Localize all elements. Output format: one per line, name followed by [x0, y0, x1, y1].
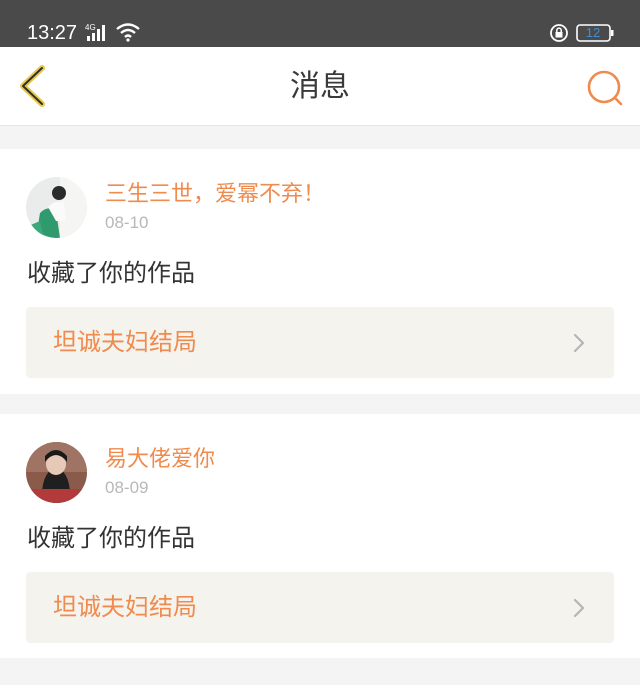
- status-bar: 13:27 4G 12: [0, 0, 640, 47]
- status-time: 13:27: [27, 22, 78, 44]
- work-link[interactable]: 坦诚夫妇结局: [26, 307, 614, 378]
- avatar[interactable]: [26, 177, 87, 238]
- chevron-right-icon: [573, 598, 585, 618]
- page-title: 消息: [290, 69, 350, 104]
- chevron-left-icon: [20, 65, 45, 107]
- message-action-text: 收藏了你的作品: [27, 524, 195, 552]
- search-icon: [587, 70, 623, 106]
- username-link[interactable]: 三生三世，爱幂不弃！: [105, 181, 325, 209]
- username-link[interactable]: 易大佬爱你: [105, 446, 215, 474]
- message-card: 三生三世，爱幂不弃！ 08-10 收藏了你的作品 坦诚夫妇结局: [0, 149, 640, 394]
- avatar[interactable]: [26, 442, 87, 503]
- battery-level: 12: [585, 25, 601, 40]
- message-date: 08-09: [105, 478, 149, 497]
- rotation-lock-icon: [550, 24, 568, 42]
- network-type-label: 4G: [85, 23, 96, 32]
- back-button[interactable]: [14, 63, 54, 109]
- work-title: 坦诚夫妇结局: [53, 328, 197, 356]
- message-action-text: 收藏了你的作品: [27, 259, 195, 287]
- chevron-right-icon: [573, 333, 585, 353]
- wifi-icon: [116, 23, 140, 42]
- nav-bar: 消息: [0, 47, 640, 126]
- work-link[interactable]: 坦诚夫妇结局: [26, 572, 614, 643]
- search-button[interactable]: [584, 67, 626, 109]
- message-card: 易大佬爱你 08-09 收藏了你的作品 坦诚夫妇结局: [0, 414, 640, 658]
- user-avatar-image: [26, 442, 87, 503]
- signal-icon: 4G: [85, 23, 105, 41]
- work-title: 坦诚夫妇结局: [53, 593, 197, 621]
- user-avatar-image: [26, 177, 87, 238]
- message-date: 08-10: [105, 213, 149, 232]
